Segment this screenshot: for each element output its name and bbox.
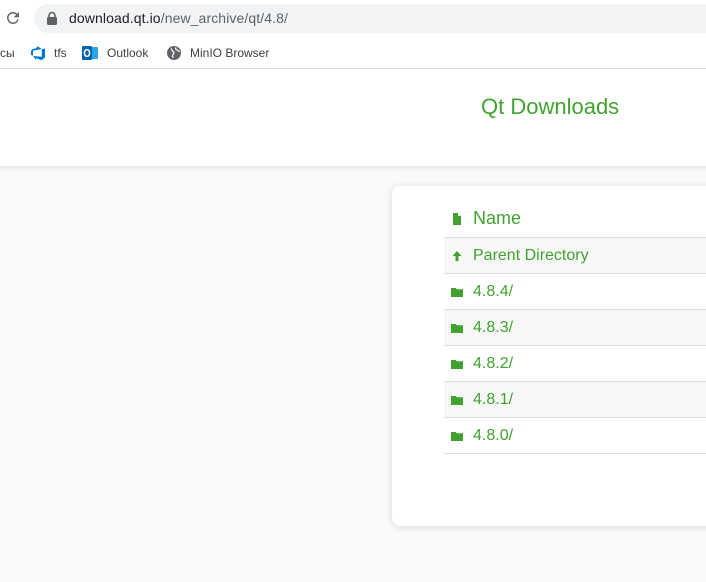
bookmark-label: сы xyxy=(0,46,15,60)
folder-icon xyxy=(451,359,463,369)
folder-icon xyxy=(451,287,463,297)
url-text[interactable]: download.qt.io/new_archive/qt/4.8/ xyxy=(69,10,288,26)
reload-icon[interactable] xyxy=(4,9,22,27)
bookmark-outlook[interactable]: Outlook xyxy=(82,42,148,64)
bookmark-minio[interactable]: MinIO Browser xyxy=(166,42,269,64)
link-folder-4-8-1[interactable]: 4.8.1/ xyxy=(473,391,513,409)
globe-icon xyxy=(167,46,181,60)
link-folder-4-8-0[interactable]: 4.8.0/ xyxy=(473,427,513,445)
bookmark-label: Outlook xyxy=(107,46,149,60)
file-icon xyxy=(453,212,461,225)
page-title: Qt Downloads xyxy=(481,94,620,119)
lock-icon[interactable] xyxy=(46,11,58,25)
column-header-name[interactable]: Name xyxy=(444,200,706,238)
link-folder-4-8-4[interactable]: 4.8.4/ xyxy=(473,283,513,301)
table-row: 4.8.0/ xyxy=(444,418,706,454)
arrow-up-icon xyxy=(452,250,462,261)
table-row: 4.8.1/ xyxy=(444,382,706,418)
column-header-label: Name xyxy=(473,208,522,228)
table-row: Parent Directory xyxy=(444,238,706,274)
link-folder-4-8-3[interactable]: 4.8.3/ xyxy=(473,319,513,337)
link-parent-directory[interactable]: Parent Directory xyxy=(473,247,589,265)
browser-toolbar: download.qt.io/new_archive/qt/4.8/ xyxy=(0,0,706,37)
bookmarks-bar: сы tfs Outlook MinIO Browser xyxy=(0,37,706,69)
bookmark-label: MinIO Browser xyxy=(190,46,270,60)
bookmark-label: tfs xyxy=(54,46,67,60)
url-host: download.qt.io xyxy=(69,10,161,26)
table-row: 4.8.4/ xyxy=(444,274,706,310)
folder-icon xyxy=(451,395,463,405)
url-path: /new_archive/qt/4.8/ xyxy=(160,10,288,26)
table-row: 4.8.3/ xyxy=(444,310,706,346)
directory-listing: Name Parent Directory 4.8.4/ 4.8.3/ 4.8.… xyxy=(444,200,706,454)
folder-icon xyxy=(451,323,463,333)
bookmark-tfs[interactable]: tfs xyxy=(30,42,67,64)
table-row: 4.8.2/ xyxy=(444,346,706,382)
outlook-icon xyxy=(82,46,98,60)
address-bar[interactable]: download.qt.io/new_archive/qt/4.8/ xyxy=(34,4,706,33)
bookmark-truncated[interactable]: сы xyxy=(0,42,15,64)
azure-devops-icon xyxy=(31,46,45,61)
link-folder-4-8-2[interactable]: 4.8.2/ xyxy=(473,355,513,373)
folder-icon xyxy=(451,431,463,441)
